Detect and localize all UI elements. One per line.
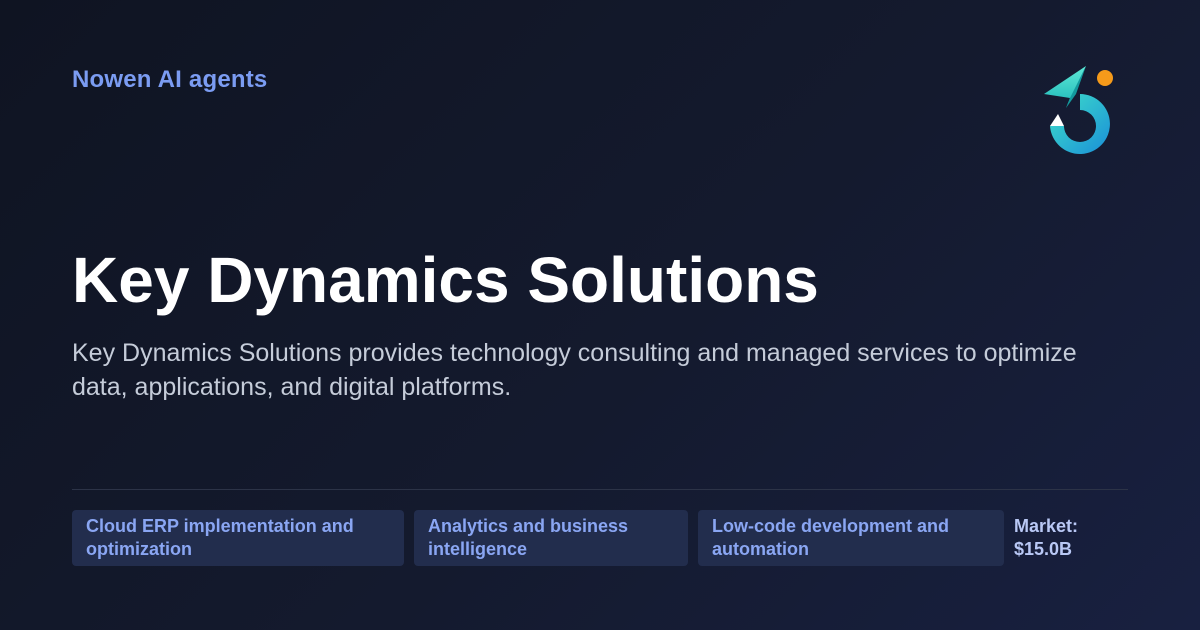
- page-title: Key Dynamics Solutions: [72, 244, 819, 316]
- company-description: Key Dynamics Solutions provides technolo…: [72, 339, 1077, 401]
- market-size: Market: $15.0B: [1014, 510, 1124, 561]
- nowen-logo-icon: [1044, 66, 1113, 154]
- brand-name: Nowen AI agents: [72, 66, 268, 93]
- market-label: Market:: [1014, 516, 1079, 536]
- tag-low-code: Low-code development and automation: [698, 510, 1004, 566]
- tag-cloud-erp: Cloud ERP implementation and optimizatio…: [72, 510, 404, 566]
- market-value: $15.0B: [1014, 539, 1073, 559]
- tag-analytics: Analytics and business intelligence: [414, 510, 688, 566]
- divider: [72, 489, 1128, 490]
- tag-list: Cloud ERP implementation and optimizatio…: [72, 510, 1124, 566]
